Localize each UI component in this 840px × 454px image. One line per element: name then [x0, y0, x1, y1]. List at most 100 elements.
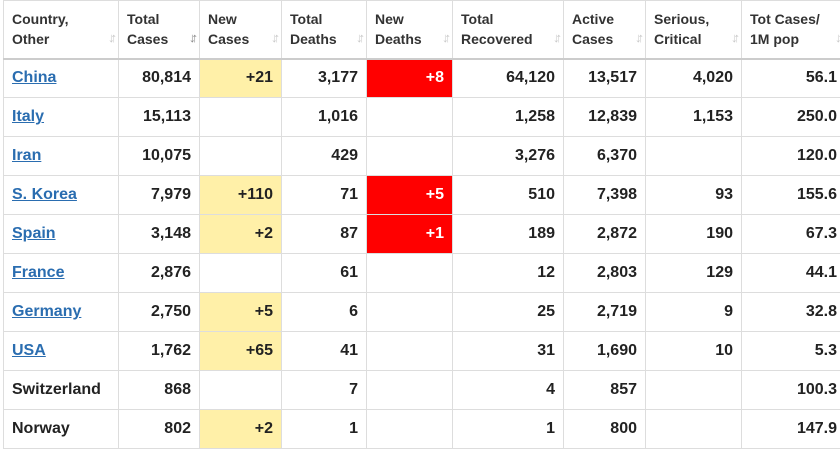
per-million-cell: 250.0: [741, 97, 840, 137]
column-header-label: Total Deaths: [290, 9, 358, 49]
table-row: Spain 3,148 +2 87 +1 189 2,872 190 67.3: [3, 214, 840, 254]
country-link[interactable]: Italy: [12, 108, 44, 125]
new-cases-cell: +110: [199, 175, 282, 215]
active-cases-cell: 6,370: [563, 136, 646, 176]
table-row: Norway 802 +2 1 1 800 147.9: [3, 409, 840, 449]
active-cases-cell: 2,803: [563, 253, 646, 293]
total-cases-cell: 10,075: [118, 136, 200, 176]
column-header-new-cases[interactable]: New Cases ↓↑: [199, 0, 282, 60]
total-deaths-cell: 429: [281, 136, 367, 176]
sort-arrows-icon[interactable]: ↓↑: [731, 28, 740, 48]
serious-critical-cell: [645, 136, 742, 176]
total-cases-cell: 80,814: [118, 58, 200, 98]
sort-arrows-icon[interactable]: ↓↑: [442, 28, 451, 48]
country-cell: USA: [3, 331, 119, 371]
new-deaths-cell: [366, 253, 453, 293]
country-cell: Norway: [3, 409, 119, 449]
country-cell: Spain: [3, 214, 119, 254]
total-cases-cell: 2,876: [118, 253, 200, 293]
total-recovered-cell: 31: [452, 331, 564, 371]
total-deaths-cell: 1: [281, 409, 367, 449]
table-row: Italy 15,113 1,016 1,258 12,839 1,153 250.0: [3, 97, 840, 137]
country-link[interactable]: S. Korea: [12, 186, 77, 203]
country-link[interactable]: France: [12, 264, 64, 281]
column-header-total-deaths[interactable]: Total Deaths ↓↑: [281, 0, 367, 60]
sort-arrows-icon[interactable]: ↓↑: [271, 28, 280, 48]
serious-critical-cell: 129: [645, 253, 742, 293]
new-deaths-cell: +8: [366, 58, 453, 98]
sort-arrows-icon[interactable]: ↓↑: [553, 28, 562, 48]
header-line-2: Deaths: [290, 31, 337, 48]
per-million-cell: 32.8: [741, 292, 840, 332]
column-header-label: Serious, Critical: [654, 9, 733, 49]
total-cases-cell: 868: [118, 370, 200, 410]
header-line-1: Total: [461, 11, 494, 28]
sort-arrows-icon[interactable]: ↓↑: [189, 28, 198, 48]
country-cell: France: [3, 253, 119, 293]
total-recovered-cell: 189: [452, 214, 564, 254]
total-cases-cell: 2,750: [118, 292, 200, 332]
column-header-total-recovered[interactable]: Total Recovered ↓↑: [452, 0, 564, 60]
serious-critical-cell: 9: [645, 292, 742, 332]
header-line-2: Cases: [127, 31, 169, 48]
active-cases-cell: 13,517: [563, 58, 646, 98]
serious-critical-cell: [645, 409, 742, 449]
total-deaths-cell: 1,016: [281, 97, 367, 137]
total-cases-cell: 3,148: [118, 214, 200, 254]
new-cases-cell: +2: [199, 214, 282, 254]
new-cases-cell: +65: [199, 331, 282, 371]
new-cases-cell: [199, 97, 282, 137]
new-cases-cell: +5: [199, 292, 282, 332]
column-header-label: Tot Cases/1M pop: [750, 9, 837, 49]
column-header-country-other[interactable]: Country, Other ↓↑: [3, 0, 119, 60]
column-header-label: Total Recovered: [461, 9, 555, 49]
table-header-row: Country, Other ↓↑ Total Cases ↓↑ New Cases ↓↑ Tot…: [3, 0, 840, 60]
country-link[interactable]: USA: [12, 342, 46, 359]
per-million-cell: 100.3: [741, 370, 840, 410]
column-header-new-deaths[interactable]: New Deaths ↓↑: [366, 0, 453, 60]
sort-arrows-icon[interactable]: ↓↑: [108, 28, 117, 48]
total-deaths-cell: 71: [281, 175, 367, 215]
per-million-cell: 67.3: [741, 214, 840, 254]
total-recovered-cell: 1,258: [452, 97, 564, 137]
sort-arrows-icon[interactable]: ↓↑: [356, 28, 365, 48]
country-cell: S. Korea: [3, 175, 119, 215]
new-cases-cell: [199, 136, 282, 176]
per-million-cell: 5.3: [741, 331, 840, 371]
header-line-2: Deaths: [375, 31, 422, 48]
header-line-1: New: [208, 11, 237, 28]
column-header-total-cases[interactable]: Total Cases ↓↑: [118, 0, 200, 60]
country-link[interactable]: Iran: [12, 147, 41, 164]
header-line-2: Cases: [572, 31, 614, 48]
column-header-active-cases[interactable]: Active Cases ↓↑: [563, 0, 646, 60]
total-deaths-cell: 61: [281, 253, 367, 293]
column-header-label: Total Cases: [127, 9, 191, 49]
active-cases-cell: 12,839: [563, 97, 646, 137]
country-link[interactable]: Germany: [12, 303, 81, 320]
total-recovered-cell: 1: [452, 409, 564, 449]
sort-arrows-icon[interactable]: ↓↑: [835, 28, 840, 48]
header-line-1: Country,: [12, 11, 69, 28]
new-deaths-cell: [366, 97, 453, 137]
column-header-tot-cases-per-1m-pop[interactable]: Tot Cases/1M pop ↓↑: [741, 0, 840, 60]
column-header-serious-critical[interactable]: Serious, Critical ↓↑: [645, 0, 742, 60]
sort-arrows-icon[interactable]: ↓↑: [635, 28, 644, 48]
country-cell: Germany: [3, 292, 119, 332]
total-deaths-cell: 7: [281, 370, 367, 410]
table-row: Germany 2,750 +5 6 25 2,719 9 32.8: [3, 292, 840, 332]
header-line-2: Recovered: [461, 31, 533, 48]
total-recovered-cell: 3,276: [452, 136, 564, 176]
country-cell: Switzerland: [3, 370, 119, 410]
header-line-1: Serious,: [654, 11, 710, 28]
active-cases-cell: 7,398: [563, 175, 646, 215]
country-link[interactable]: Spain: [12, 225, 56, 242]
new-deaths-cell: [366, 292, 453, 332]
table-row: USA 1,762 +65 41 31 1,690 10 5.3: [3, 331, 840, 371]
country-name: Norway: [12, 420, 70, 437]
country-name: Switzerland: [12, 381, 101, 398]
new-deaths-cell: [366, 331, 453, 371]
header-line-2: Cases: [208, 31, 250, 48]
country-link[interactable]: China: [12, 69, 56, 86]
total-deaths-cell: 6: [281, 292, 367, 332]
serious-critical-cell: [645, 370, 742, 410]
